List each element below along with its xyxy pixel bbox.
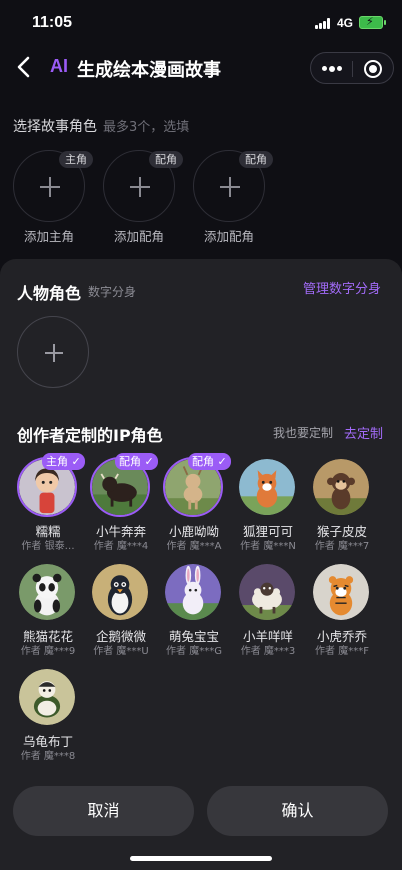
character-avatar: [311, 457, 371, 517]
character-author: 作者 魔***G: [166, 646, 222, 657]
ai-label: AI: [50, 56, 68, 76]
character-avatar: [17, 562, 77, 622]
character-author: 作者 银泰…: [21, 541, 75, 552]
character-author: 作者 魔***7: [314, 541, 370, 552]
close-miniapp-icon[interactable]: [364, 60, 382, 78]
character-avatar: [237, 457, 297, 517]
character-author: 作者 魔***U: [93, 646, 149, 657]
character-avatar: [311, 562, 371, 622]
signal-icon: [315, 18, 333, 29]
miniapp-capsule: [310, 52, 394, 84]
selected-badge: 主角 ✓: [42, 453, 85, 470]
plus-icon: [40, 177, 60, 197]
plus-icon: [45, 344, 63, 362]
slot-badge: 主角: [59, 151, 93, 168]
cancel-button[interactable]: 取消: [13, 786, 194, 836]
slot-label: 添加主角: [23, 229, 74, 244]
badge-label: 配角: [192, 455, 214, 468]
capsule-divider: [352, 61, 353, 77]
selected-badge: 配角 ✓: [188, 453, 231, 470]
selected-badge: 配角 ✓: [115, 453, 158, 470]
character-author: 作者 魔***4: [93, 541, 149, 552]
slot-badge: 配角: [149, 151, 183, 168]
battery-icon: ⚡: [359, 15, 386, 29]
character-avatar: [163, 562, 223, 622]
confirm-button[interactable]: 确认: [207, 786, 388, 836]
network-label: 4G: [337, 16, 354, 30]
character-author: 作者 魔***8: [20, 751, 76, 762]
character-author: 作者 魔***9: [20, 646, 76, 657]
character-avatar: [17, 667, 77, 727]
more-icon[interactable]: [322, 65, 342, 72]
status-bar: 11:05 4G ⚡: [0, 0, 402, 44]
role-select-title: 选择故事角色: [13, 119, 97, 135]
add-persona-button[interactable]: [17, 316, 89, 388]
character-avatar: [90, 562, 150, 622]
slot-label: 添加配角: [203, 229, 254, 244]
ip-hint: 我也要定制: [273, 426, 334, 440]
page-title: 生成绘本漫画故事: [77, 60, 221, 81]
ip-title: 创作者定制的IP角色: [17, 426, 163, 445]
character-avatar: [237, 562, 297, 622]
character-author: 作者 魔***N: [240, 541, 296, 552]
persona-subtitle: 数字分身: [88, 285, 137, 299]
badge-label: 配角: [119, 455, 141, 468]
manage-persona-link[interactable]: 管理数字分身: [303, 278, 381, 297]
character-author: 作者 魔***F: [315, 646, 369, 657]
plus-icon: [220, 177, 240, 197]
slot-label: 添加配角: [113, 229, 164, 244]
customize-link[interactable]: 去定制: [344, 423, 383, 442]
role-select-subtitle: 最多3个，选填: [103, 120, 190, 135]
character-author: 作者 魔***3: [240, 646, 296, 657]
role-select-heading: 选择故事角色 最多3个，选填: [13, 116, 189, 136]
plus-icon: [130, 177, 150, 197]
slot-badge: 配角: [239, 151, 273, 168]
persona-title: 人物角色: [17, 284, 82, 303]
back-arrow-icon[interactable]: [12, 54, 38, 80]
character-author: 作者 魔***A: [166, 541, 222, 552]
status-time: 11:05: [32, 14, 73, 31]
home-indicator: [130, 856, 272, 861]
badge-label: 主角: [46, 455, 68, 468]
nav-bar: AI 生成绘本漫画故事: [0, 46, 402, 90]
